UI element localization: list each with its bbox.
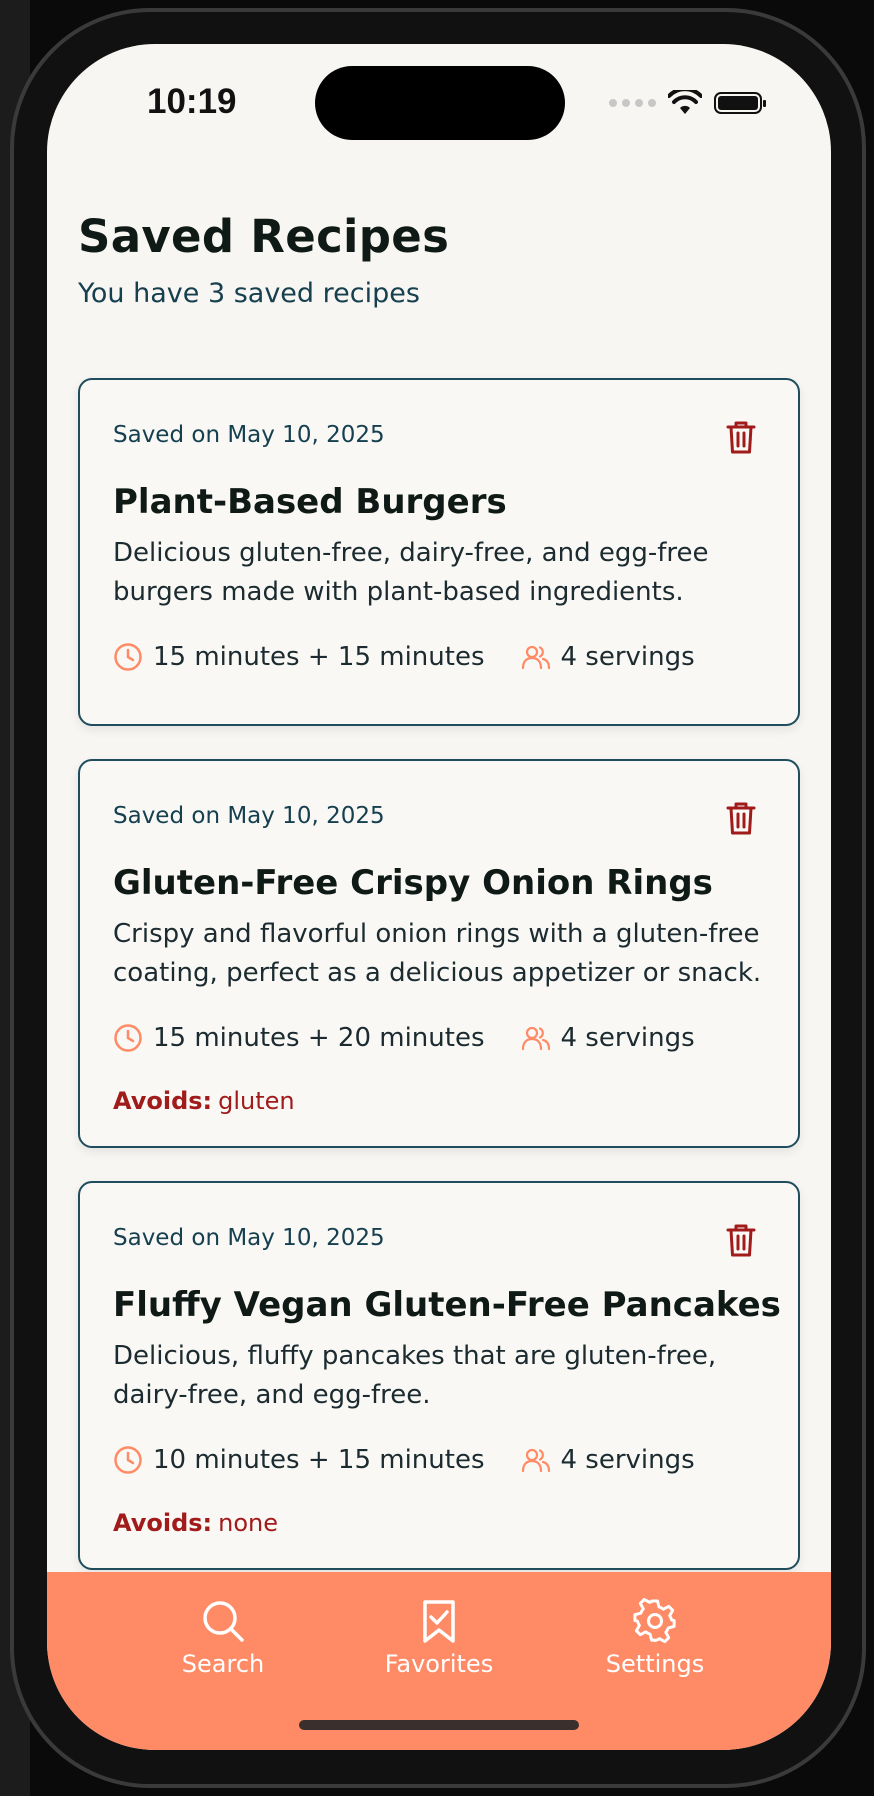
recipe-time: 15 minutes + 15 minutes (153, 642, 485, 672)
clock-icon (114, 643, 142, 671)
clock-icon (114, 1446, 142, 1474)
home-indicator[interactable] (299, 1720, 579, 1730)
tab-label: Favorites (384, 1650, 494, 1678)
tab-favorites[interactable]: Favorites (349, 1598, 529, 1698)
recipe-meta: 15 minutes + 15 minutes 4 servings (113, 641, 695, 673)
page-subtitle: You have 3 saved recipes (78, 278, 420, 309)
saved-date: Saved on May 10, 2025 (113, 803, 385, 829)
wifi-icon (668, 90, 702, 114)
recipe-description: Delicious, fluffy pancakes that are glut… (113, 1341, 717, 1410)
recipe-servings: 4 servings (560, 1445, 695, 1475)
tab-label: Settings (605, 1650, 705, 1678)
tab-bar: Search Favorites Settings (47, 1572, 831, 1750)
gear-icon (633, 1598, 676, 1644)
status-icons (609, 86, 766, 120)
status-bar: 10:19 (47, 44, 831, 164)
avoids-value: none (218, 1509, 279, 1537)
app-screen: 10:19 Saved Recipes You have 3 saved rec… (47, 44, 831, 1750)
recipe-title: Fluffy Vegan Gluten-Free Pancakes (113, 1285, 781, 1325)
avoids-label: Avoids: (113, 1087, 213, 1115)
recipe-title: Plant-Based Burgers (113, 482, 507, 522)
trash-icon[interactable] (724, 799, 758, 837)
recipe-description: Delicious gluten-free, dairy-free, and e… (113, 538, 709, 607)
dynamic-island (315, 66, 565, 140)
trash-icon[interactable] (724, 418, 758, 456)
recipe-meta: 10 minutes + 15 minutes 4 servings (113, 1444, 695, 1476)
tab-search[interactable]: Search (133, 1598, 313, 1698)
recipe-servings: 4 servings (560, 1023, 695, 1053)
saved-date: Saved on May 10, 2025 (113, 422, 385, 448)
users-icon (521, 1448, 550, 1473)
page-title: Saved Recipes (78, 210, 450, 263)
recipe-title: Gluten-Free Crispy Onion Rings (113, 863, 713, 903)
cellular-signal-icon (609, 99, 656, 107)
recipe-servings: 4 servings (560, 642, 695, 672)
recipe-avoids: Avoids: gluten (113, 1087, 295, 1115)
search-icon (203, 1601, 244, 1642)
bookmark-check-icon (423, 1600, 455, 1643)
saved-date: Saved on May 10, 2025 (113, 1225, 385, 1251)
recipe-card[interactable]: Saved on May 10, 2025 Fluffy Vegan Glute… (78, 1181, 800, 1570)
recipe-time: 15 minutes + 20 minutes (153, 1023, 485, 1053)
users-icon (521, 1026, 550, 1051)
recipe-avoids: Avoids: none (113, 1509, 278, 1537)
avoids-label: Avoids: (113, 1509, 213, 1537)
avoids-value: gluten (218, 1087, 295, 1115)
tab-label: Search (181, 1650, 265, 1678)
battery-icon (714, 92, 766, 114)
recipe-description: Crispy and flavorful onion rings with a … (113, 919, 762, 988)
tab-settings[interactable]: Settings (565, 1598, 745, 1698)
status-time: 10:19 (147, 82, 237, 121)
users-icon (521, 645, 550, 670)
recipe-meta: 15 minutes + 20 minutes 4 servings (113, 1022, 695, 1054)
trash-icon[interactable] (724, 1221, 758, 1259)
recipe-card[interactable]: Saved on May 10, 2025 Plant-Based Burger… (78, 378, 800, 726)
recipe-time: 10 minutes + 15 minutes (153, 1445, 485, 1475)
recipe-card[interactable]: Saved on May 10, 2025 Gluten-Free Crispy… (78, 759, 800, 1148)
clock-icon (114, 1024, 142, 1052)
